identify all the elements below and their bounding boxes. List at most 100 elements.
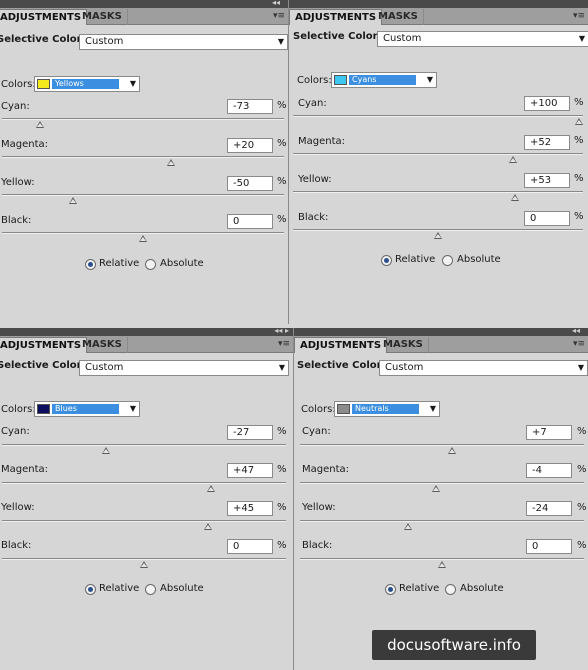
double-arrow-icon[interactable]: ◂◂ ▸ xyxy=(274,328,289,336)
tab-adjustments[interactable]: ADJUSTMENTS xyxy=(289,9,383,25)
black-slider-thumb[interactable] xyxy=(140,561,148,568)
double-arrow-icon[interactable]: ◂◂ xyxy=(572,328,580,336)
panel-menu-icon[interactable]: ▾≡ xyxy=(278,339,290,349)
panel-menu-icon[interactable]: ▾≡ xyxy=(273,11,285,21)
yellow-slider-thumb[interactable] xyxy=(68,197,77,204)
yellow-slider-track[interactable] xyxy=(300,520,584,522)
panel-tabbar: ADJUSTMENTS MASKS ▾≡ xyxy=(0,336,293,353)
cyan-slider-track[interactable] xyxy=(293,115,583,117)
cyan-slider-track[interactable] xyxy=(2,118,284,120)
cyan-value-field[interactable]: +7 xyxy=(526,425,572,440)
black-label: Black: xyxy=(1,540,32,551)
magenta-label: Magenta: xyxy=(298,136,346,147)
yellow-slider-track[interactable] xyxy=(2,194,284,196)
relative-radio[interactable] xyxy=(381,255,392,266)
tab-masks[interactable]: MASKS xyxy=(378,337,429,353)
black-slider-thumb[interactable] xyxy=(434,232,442,239)
relative-radio[interactable] xyxy=(85,259,96,270)
tab-masks[interactable]: MASKS xyxy=(373,9,424,25)
tab-masks[interactable]: MASKS xyxy=(77,9,128,25)
cyan-slider-track[interactable] xyxy=(2,444,286,446)
adjustment-title: Selective Color xyxy=(297,360,382,371)
double-arrow-icon[interactable]: ◂◂ xyxy=(272,0,280,8)
yellow-slider-thumb[interactable] xyxy=(403,523,412,530)
yellow-slider-thumb[interactable] xyxy=(203,523,212,530)
color-swatch xyxy=(334,75,347,85)
yellow-slider-track[interactable] xyxy=(293,191,583,193)
magenta-value-field[interactable]: -4 xyxy=(526,463,572,478)
cyan-value-field[interactable]: +100 xyxy=(524,96,570,111)
black-value-field[interactable]: 0 xyxy=(227,539,273,554)
absolute-label: Absolute xyxy=(160,258,204,269)
black-slider-track[interactable] xyxy=(300,558,584,560)
cyan-slider-track[interactable] xyxy=(300,444,584,446)
colors-select[interactable]: Cyans ▼ xyxy=(331,72,437,88)
yellow-pct: % xyxy=(277,502,287,513)
magenta-value-field[interactable]: +52 xyxy=(524,135,570,150)
adjustment-title: Selective Color xyxy=(0,34,82,45)
black-value-field[interactable]: 0 xyxy=(526,539,572,554)
magenta-value-field[interactable]: +20 xyxy=(227,138,273,153)
relative-label: Relative xyxy=(99,258,140,269)
cyan-slider-thumb[interactable] xyxy=(447,447,456,454)
tab-adjustments[interactable]: ADJUSTMENTS xyxy=(294,337,388,353)
colors-label: Colors: xyxy=(1,404,36,415)
magenta-slider-thumb[interactable] xyxy=(432,485,441,492)
relative-radio[interactable] xyxy=(85,584,96,595)
absolute-label: Absolute xyxy=(460,583,504,594)
colors-select[interactable]: Blues ▼ xyxy=(34,401,140,417)
yellow-slider-thumb[interactable] xyxy=(510,194,519,201)
black-slider-track[interactable] xyxy=(2,558,286,560)
yellow-pct: % xyxy=(577,502,587,513)
absolute-radio[interactable] xyxy=(445,584,456,595)
relative-label: Relative xyxy=(395,254,436,265)
black-slider-track[interactable] xyxy=(293,229,583,231)
magenta-slider-thumb[interactable] xyxy=(509,156,518,163)
black-slider-thumb[interactable] xyxy=(438,561,446,568)
tab-adjustments[interactable]: ADJUSTMENTS xyxy=(0,9,88,25)
absolute-radio[interactable] xyxy=(145,259,156,270)
tab-adjustments[interactable]: ADJUSTMENTS xyxy=(0,337,88,353)
magenta-value-field[interactable]: +47 xyxy=(227,463,273,478)
yellow-label: Yellow: xyxy=(1,177,35,188)
preset-select[interactable]: Custom ▼ xyxy=(377,31,588,47)
cyan-slider-thumb[interactable] xyxy=(36,121,45,128)
magenta-slider-track[interactable] xyxy=(2,482,286,484)
yellow-value-field[interactable]: +53 xyxy=(524,173,570,188)
preset-select[interactable]: Custom ▼ xyxy=(79,34,288,50)
colors-select[interactable]: Neutrals ▼ xyxy=(334,401,440,417)
magenta-slider-track[interactable] xyxy=(300,482,584,484)
panel-menu-icon[interactable]: ▾≡ xyxy=(573,11,585,21)
relative-radio[interactable] xyxy=(385,584,396,595)
magenta-slider-thumb[interactable] xyxy=(167,159,176,166)
colors-select[interactable]: Yellows ▼ xyxy=(34,76,140,92)
magenta-slider-thumb[interactable] xyxy=(206,485,215,492)
cyan-label: Cyan: xyxy=(302,426,331,437)
absolute-radio[interactable] xyxy=(442,255,453,266)
cyan-slider-thumb[interactable] xyxy=(575,118,583,125)
preset-select[interactable]: Custom ▼ xyxy=(379,360,588,376)
cyan-slider-thumb[interactable] xyxy=(101,447,110,454)
yellow-slider-track[interactable] xyxy=(2,520,286,522)
yellow-value-field[interactable]: -24 xyxy=(526,501,572,516)
cyan-value-field[interactable]: -73 xyxy=(227,99,273,114)
black-slider-track[interactable] xyxy=(2,232,284,234)
yellow-label: Yellow: xyxy=(298,174,332,185)
magenta-slider-track[interactable] xyxy=(2,156,284,158)
yellow-value-field[interactable]: -50 xyxy=(227,176,273,191)
absolute-radio[interactable] xyxy=(145,584,156,595)
magenta-slider-track[interactable] xyxy=(293,153,583,155)
black-slider-thumb[interactable] xyxy=(139,235,147,242)
black-value-field[interactable]: 0 xyxy=(227,214,273,229)
cyan-label: Cyan: xyxy=(1,101,30,112)
panel-tabbar: ADJUSTMENTS MASKS ▾≡ xyxy=(294,336,588,353)
tab-masks[interactable]: MASKS xyxy=(77,337,128,353)
panel-titlebar: ◂◂ xyxy=(0,0,288,8)
preset-value: Custom xyxy=(383,33,422,44)
yellow-value-field[interactable]: +45 xyxy=(227,501,273,516)
black-value-field[interactable]: 0 xyxy=(524,211,570,226)
preset-select[interactable]: Custom ▼ xyxy=(79,360,289,376)
panel-menu-icon[interactable]: ▾≡ xyxy=(573,339,585,349)
colors-label: Colors: xyxy=(301,404,336,415)
cyan-value-field[interactable]: -27 xyxy=(227,425,273,440)
